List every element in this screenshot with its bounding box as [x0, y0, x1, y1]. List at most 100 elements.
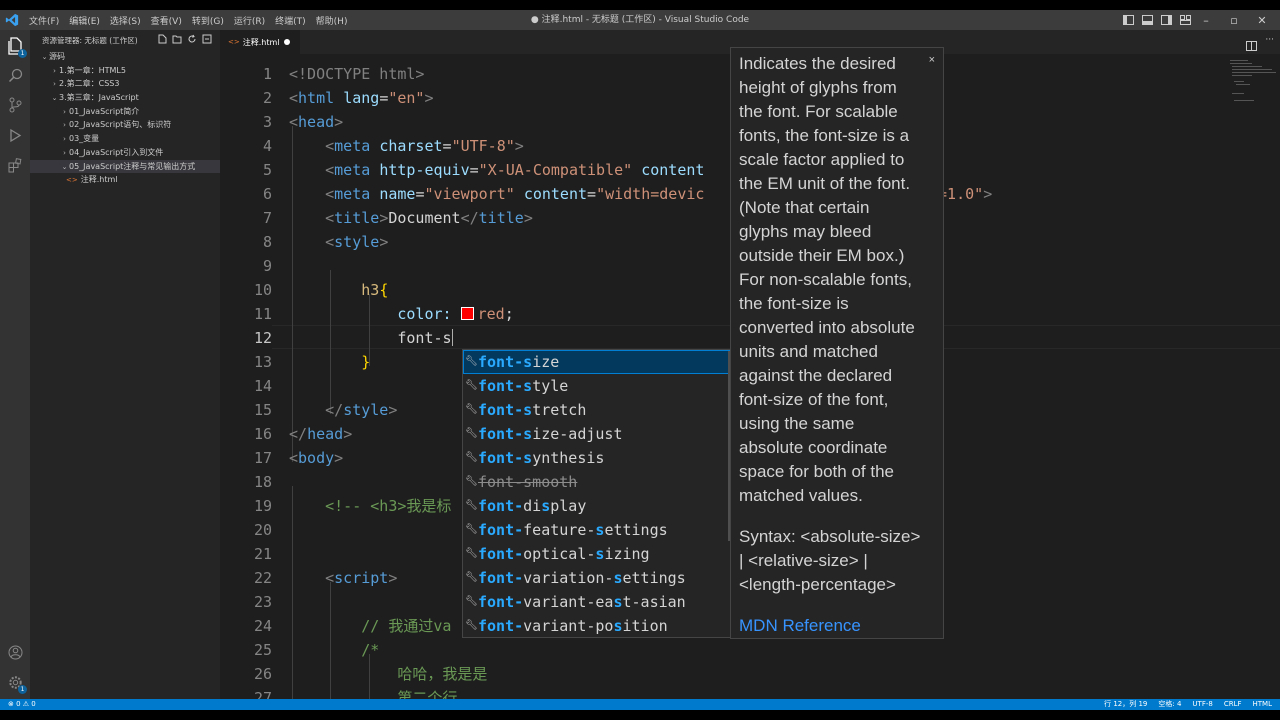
tree-label: 源码 [49, 52, 65, 61]
suggestion-item[interactable]: 🔧︎ font-style [463, 374, 735, 398]
comment: /* [361, 641, 380, 659]
menu-item[interactable]: 终端(T) [270, 14, 311, 27]
tree-folder[interactable]: › 02_JavaScript语句、标识符 [30, 118, 220, 132]
toggle-panel-icon[interactable] [1141, 14, 1154, 26]
indentation[interactable]: 空格: 4 [1158, 699, 1181, 710]
menu-item[interactable]: 运行(R) [229, 14, 270, 27]
doc-description: Indicates the desired height of glyphs fr… [739, 52, 935, 508]
new-file-icon[interactable] [158, 34, 167, 46]
more-actions-icon[interactable]: ··· [1265, 36, 1274, 55]
suggestion-item[interactable]: 🔧︎ font-variation-settings [463, 566, 735, 590]
cursor-position[interactable]: 行 12，列 19 [1104, 699, 1147, 710]
mdn-reference-link[interactable]: MDN Reference [739, 614, 935, 638]
suggestion-item[interactable]: 🔧︎ font-smooth [463, 470, 735, 494]
doctype: <!DOCTYPE html> [289, 65, 425, 83]
code-line-5: <meta http-equiv="X-UA-Compatible" conte… [325, 161, 705, 179]
explorer-icon[interactable]: 1 [5, 36, 27, 58]
menu-item[interactable]: 文件(F) [24, 14, 64, 27]
tree-folder[interactable]: ⌄ 3.第三章：JavaScript [30, 91, 220, 105]
account-icon[interactable] [5, 642, 25, 662]
suggestion-item[interactable]: 🔧︎ font-optical-sizing [463, 542, 735, 566]
new-folder-icon[interactable] [172, 34, 182, 46]
unsaved-dot-icon[interactable] [284, 39, 290, 45]
chevron-right-icon: › [53, 80, 56, 89]
run-debug-icon[interactable] [5, 125, 25, 145]
tree-file[interactable]: <> 注释.html [30, 173, 220, 187]
source-control-icon[interactable] [5, 95, 25, 115]
line-number: 12 [253, 329, 272, 347]
suggestion-item[interactable]: 🔧︎ font-synthesis [463, 446, 735, 470]
suggestion-text: di [523, 497, 542, 515]
tab-file[interactable]: <> 注释.html [220, 30, 300, 54]
suggestion-item[interactable]: 🔧︎ font-variant-position [463, 614, 735, 638]
tree-folder[interactable]: › 01_JavaScript简介 [30, 105, 220, 119]
attr-name: content [641, 161, 705, 179]
suggestion-item[interactable]: 🔧︎ font-stretch [463, 398, 735, 422]
close-icon[interactable]: × [929, 48, 935, 72]
code-line-2: <html lang="en"> [289, 89, 434, 107]
maximize-icon[interactable]: ▫ [1220, 14, 1248, 27]
encoding[interactable]: UTF-8 [1192, 699, 1212, 710]
tree-label: 2.第二章：CSS3 [59, 79, 120, 89]
css-value: red [477, 305, 505, 323]
menu-item[interactable]: 查看(V) [146, 14, 187, 27]
chevron-right-icon: › [53, 66, 56, 75]
tag-name: title [478, 209, 524, 227]
window-controls: – ▫ ✕ [1116, 10, 1276, 30]
line-number: 24 [253, 617, 272, 635]
vscode-logo-icon [5, 13, 19, 27]
css-property: color: [397, 305, 452, 323]
menu-item[interactable]: 编辑(E) [64, 14, 105, 27]
chevron-right-icon: › [63, 121, 66, 130]
suggestion-item[interactable]: 🔧︎ font-size-adjust [463, 422, 735, 446]
code-line-26: 哈哈，我是是 [289, 662, 487, 686]
menu-item[interactable]: 转到(G) [187, 14, 229, 27]
tree-folder[interactable]: › 03_变量 [30, 132, 220, 146]
tree-folder[interactable]: ⌄ 05_JavaScript注释与常见输出方式 [30, 159, 220, 174]
menu-item[interactable]: 帮助(H) [311, 14, 353, 27]
line-number: 9 [262, 257, 272, 275]
tree-folder[interactable]: › 04_JavaScript引入到文件 [30, 146, 220, 160]
doc-line: glyphs may bleed [739, 222, 872, 241]
doc-line: space for both of the [739, 462, 894, 481]
suggestion-item[interactable]: 🔧︎ font-feature-settings [463, 518, 735, 542]
extensions-icon[interactable] [5, 155, 25, 175]
suggestion-item[interactable]: 🔧︎ font-display [463, 494, 735, 518]
line-number: 4 [262, 137, 272, 155]
search-icon[interactable] [5, 65, 25, 85]
html-file-icon: <> [66, 176, 78, 185]
suggestion-item[interactable]: 🔧︎ font-variant-east-asian [463, 590, 735, 614]
tag-name: html [298, 89, 335, 107]
doc-line: against the declared [739, 366, 893, 385]
tree-folder[interactable]: › 2.第二章：CSS3 [30, 77, 220, 91]
suggestion-item[interactable]: 🔧︎ font-size [463, 350, 735, 374]
property-wrench-icon: 🔧︎ [465, 380, 478, 391]
toggle-sidebar-icon[interactable] [1122, 14, 1135, 26]
minimize-icon[interactable]: – [1192, 14, 1220, 27]
comment: <!-- <h3>我是标 [325, 497, 452, 515]
line-number: 1 [262, 65, 272, 83]
tag-name: style [343, 401, 389, 419]
tree-folder[interactable]: › 1.第一章：HTML5 [30, 64, 220, 78]
split-editor-icon[interactable] [1246, 36, 1258, 55]
tree-folder[interactable]: ⌄ 源码 [30, 50, 220, 64]
manage-gear-icon[interactable]: 1 [5, 672, 27, 694]
minimap[interactable] [1230, 54, 1280, 114]
close-window-icon[interactable]: ✕ [1248, 14, 1276, 27]
chevron-right-icon: › [63, 107, 66, 116]
comment: // 我通过va [361, 617, 452, 635]
toggle-secondary-sidebar-icon[interactable] [1160, 14, 1173, 26]
collapse-all-icon[interactable] [202, 34, 212, 46]
line-number: 8 [262, 233, 272, 251]
customize-layout-icon[interactable] [1179, 14, 1192, 26]
line-number: 22 [253, 569, 272, 587]
problems-indicator[interactable]: ⊗ 0 ⚠ 0 [8, 699, 36, 710]
end-of-line[interactable]: CRLF [1224, 699, 1242, 710]
suggestion-text: ettings [622, 569, 686, 587]
line-number: 2 [262, 89, 272, 107]
refresh-icon[interactable] [187, 34, 197, 46]
tab-label: 注释.html [242, 37, 280, 47]
color-swatch-icon[interactable] [460, 307, 474, 320]
menu-item[interactable]: 选择(S) [105, 14, 146, 27]
language-mode[interactable]: HTML [1253, 699, 1272, 710]
